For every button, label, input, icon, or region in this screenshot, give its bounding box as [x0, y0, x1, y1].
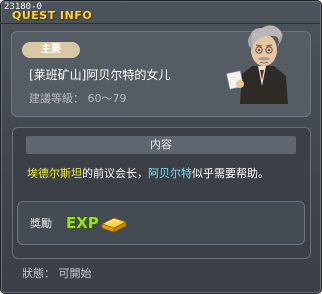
category-badge: 主要 — [22, 42, 80, 58]
npc-name: 阿贝尔特 — [148, 167, 192, 180]
exp-icon: EXP — [65, 213, 99, 232]
window-title: QUEST INFO — [12, 9, 93, 22]
svg-text:EXP: EXP — [66, 214, 99, 232]
quest-description: 埃德尔斯坦的前议会长，阿贝尔特似乎需要帮助。 — [27, 165, 269, 181]
description-text-2: 似乎需要帮助。 — [192, 167, 269, 180]
reward-box — [17, 201, 305, 245]
quest-name: [莱班矿山]阿贝尔特的女儿 — [29, 68, 171, 82]
npc-portrait — [226, 25, 288, 104]
content-header: 内容 — [26, 136, 296, 154]
description-text-1: 的前议会长， — [82, 167, 148, 180]
quest-status: 狀態： 可開始 — [22, 267, 92, 280]
gold-bar-icon — [100, 217, 128, 233]
level-requirement: 建議等級： 60～79 — [29, 92, 127, 105]
reward-label: 獎勵 — [30, 217, 52, 230]
place-name: 埃德尔斯坦 — [27, 167, 82, 180]
